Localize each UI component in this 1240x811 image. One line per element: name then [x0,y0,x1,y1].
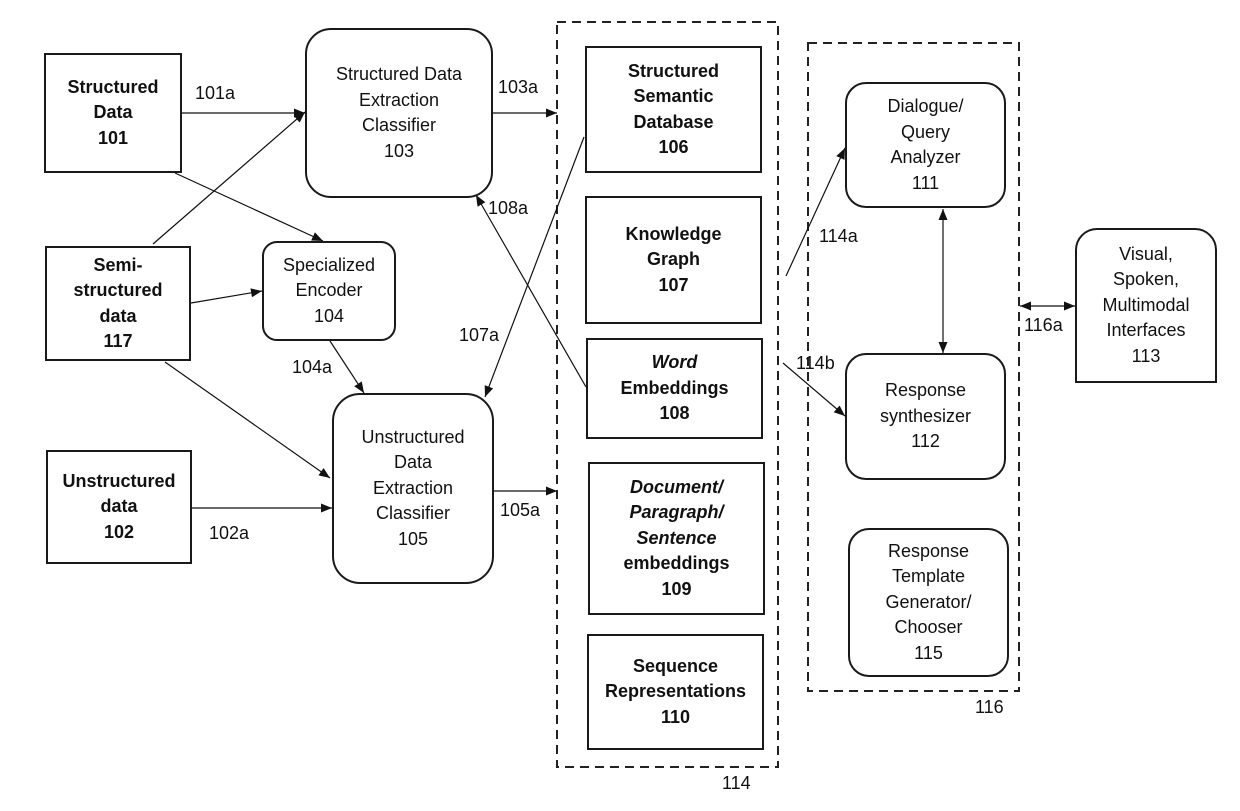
node-text: Classifier [361,115,436,135]
node-text: Representations [604,681,747,702]
edge-label-114a: 114a [819,226,858,246]
node-text: Multimodal [1102,294,1190,315]
node-word-embeddings-108: Word Embeddings 108 [586,338,763,439]
node-text: Template [891,566,966,587]
edge-label-108a: 108a [488,198,529,218]
node-text: Semantic [633,86,714,106]
node-structured-extraction-classifier-103: Structured Data Extraction Classifier 10… [305,28,493,198]
edge-label-101a: 101a [195,83,236,103]
node-text: Paragraph/ [629,502,724,523]
node-text: Unstructured [62,470,176,491]
edge-101-to-104 [174,172,324,242]
node-text: Generator/ [885,591,972,612]
node-id: 113 [1131,345,1161,366]
node-id: 102 [103,521,135,542]
node-text: Structured [67,76,159,97]
node-id: 107 [658,274,689,295]
node-text: Encoder [295,280,363,301]
node-id: 101 [97,127,129,148]
node-id: 112 [911,431,940,452]
node-text: Analyzer [890,147,961,167]
edge-117-to-104 [190,288,263,304]
node-text: Classifier [375,503,450,524]
edge-label-104a: 104a [292,357,333,377]
node-id: 117 [103,331,133,351]
edge-label-107a: 107a [459,325,500,345]
edge-104-to-105 [329,340,365,394]
node-text: Chooser [894,617,963,638]
node-text: structured [73,280,163,300]
node-sequence-representations-110: Sequence Representations 110 [587,634,764,750]
node-text: Word [651,352,698,373]
node-id: 105 [397,528,429,549]
node-unstructured-data-102: Unstructured data 102 [46,450,192,564]
node-text: Data [393,452,433,473]
node-text: embeddings [623,553,730,574]
node-text: synthesizer [879,405,972,426]
edge-label-102a: 102a [209,523,250,543]
node-text: Document/ [629,476,723,497]
container-label-116: 116 [975,697,1004,717]
node-text: data [99,305,137,326]
node-text: Extraction [358,89,440,110]
node-text: Spoken, [1112,269,1180,290]
node-text: Interfaces [1106,320,1186,341]
container-label-114: 114 [722,773,751,793]
node-structured-data-101: Structured Data 101 [44,53,182,173]
node-text: Query [900,121,951,142]
node-semi-structured-data-117: Semi- structured data 117 [45,246,191,361]
node-id: 108 [659,403,690,424]
node-text: Knowledge [625,223,722,244]
edge-label-114b: 114b [796,353,835,373]
node-text: Embeddings [620,377,729,398]
edge-114-to-111 [785,147,846,277]
node-structured-semantic-database-106: Structured Semantic Database 106 [585,46,762,173]
node-specialized-encoder-104: Specialized Encoder 104 [262,241,396,341]
edge-label-105a: 105a [500,500,541,520]
node-id: 111 [911,172,940,193]
node-id: 106 [658,137,689,157]
node-dialogue-query-analyzer-111: Dialogue/ Query Analyzer 111 [845,82,1006,208]
node-text: Specialized [282,254,376,275]
node-text: Database [633,111,714,132]
node-text: Graph [646,249,700,270]
node-text: Data [93,102,133,123]
node-text: data [100,496,138,517]
node-text: Unstructured [361,426,465,447]
node-response-template-generator-115: Response Template Generator/ Chooser 115 [848,528,1009,677]
node-id: 110 [660,706,691,727]
edge-108-to-103 [475,194,587,388]
node-document-paragraph-sentence-embeddings-109: Document/ Paragraph/ Sentence embeddings… [588,462,765,615]
node-id: 115 [914,642,943,663]
node-text: Extraction [372,477,454,498]
edge-label-116a: 116a [1024,315,1063,335]
node-text: Sentence [636,527,717,548]
edge-label-103a: 103a [498,77,539,97]
node-text: Visual, [1119,243,1173,264]
node-id: 109 [661,578,692,599]
node-knowledge-graph-107: Knowledge Graph 107 [585,196,762,324]
node-text: Structured [627,60,719,81]
system-diagram: Structured Data 101 Semi- structured dat… [0,0,1240,811]
node-text: Response [887,540,970,561]
node-text: Response [884,380,967,401]
node-unstructured-extraction-classifier-105: Unstructured Data Extraction Classifier … [332,393,494,584]
node-text: Semi- [93,254,143,275]
node-text: Sequence [632,655,719,676]
node-response-synthesizer-112: Response synthesizer 112 [845,353,1006,480]
node-multimodal-interfaces-113: Visual, Spoken, Multimodal Interfaces 11… [1075,228,1217,383]
node-id: 103 [383,140,415,161]
node-text: Structured Data [335,64,463,84]
node-text: Dialogue/ [887,96,964,116]
node-id: 104 [313,305,345,326]
